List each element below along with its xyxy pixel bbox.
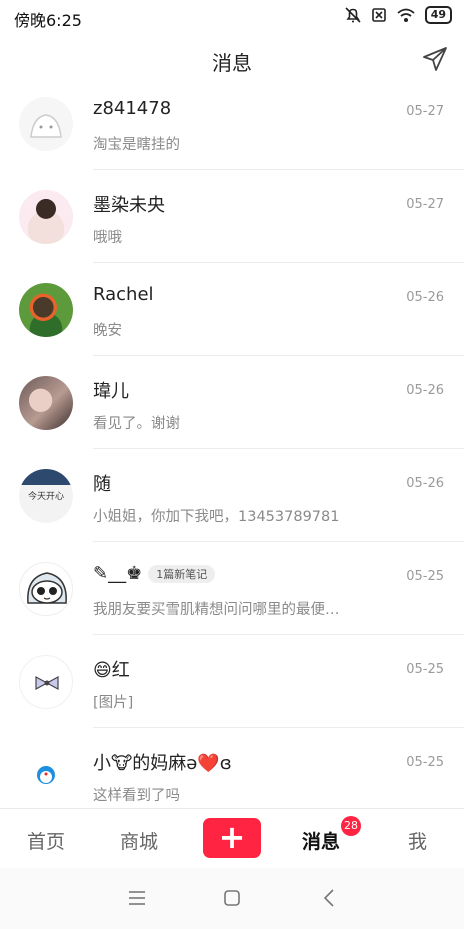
unread-count-badge: 28 bbox=[341, 816, 361, 836]
message-preview: [图片] bbox=[93, 695, 134, 711]
conversation-item[interactable]: Rachel 晚安 05-26 bbox=[0, 263, 464, 356]
status-bar: 傍晚6:25 49 bbox=[0, 0, 464, 34]
avatar-caption: 今天开心 bbox=[27, 492, 64, 502]
message-date: 05-26 bbox=[406, 476, 444, 491]
message-preview: 哦哦 bbox=[93, 230, 122, 246]
bow-tie-icon bbox=[35, 675, 59, 691]
no-sim-icon bbox=[371, 8, 386, 22]
status-icons: 49 bbox=[344, 6, 452, 24]
conversation-item[interactable]: 😄红 [图片] 05-25 bbox=[0, 635, 464, 728]
cartoon-face-icon bbox=[27, 572, 67, 604]
message-date: 05-27 bbox=[406, 104, 444, 119]
message-preview: 这样看到了吗 bbox=[93, 788, 180, 804]
avatar bbox=[19, 748, 73, 802]
tab-mall[interactable]: 商城 bbox=[120, 827, 158, 854]
avatar bbox=[19, 562, 73, 616]
avatar bbox=[19, 283, 73, 337]
conversation-item[interactable]: 小🐮的妈麻ə❤️ɞ 这样看到了吗 05-25 bbox=[0, 728, 464, 808]
home-icon[interactable] bbox=[223, 889, 241, 907]
contact-name: 墨染未央 bbox=[93, 195, 165, 216]
battery-indicator: 49 bbox=[424, 6, 452, 24]
conversation-item[interactable]: 瑋儿 看见了。谢谢 05-26 bbox=[0, 356, 464, 449]
message-preview: 我朋友要买雪肌精想问问哪里的最便… bbox=[93, 602, 340, 618]
avatar bbox=[19, 376, 73, 430]
page-title: 消息 bbox=[212, 51, 252, 75]
message-preview: 看见了。谢谢 bbox=[93, 416, 180, 432]
contact-name: Rachel bbox=[93, 284, 154, 305]
system-nav-bar bbox=[0, 868, 464, 929]
contact-name-text: ✎__♚ bbox=[93, 563, 143, 584]
new-note-badge: 1篇新笔记 bbox=[148, 564, 216, 583]
header: 消息 bbox=[0, 34, 464, 86]
contact-name: 小🐮的妈麻ə❤️ɞ bbox=[93, 753, 232, 774]
contact-name: 随 bbox=[93, 474, 111, 495]
conversation-item[interactable]: z841478 淘宝是瞎挂的 05-27 bbox=[0, 86, 464, 170]
contact-name: 瑋儿 bbox=[93, 381, 129, 402]
avatar bbox=[19, 190, 73, 244]
tab-messages[interactable]: 消息 bbox=[302, 827, 340, 854]
mute-bell-icon bbox=[345, 7, 361, 23]
conversation-item[interactable]: 墨染未央 哦哦 05-27 bbox=[0, 170, 464, 263]
tab-me[interactable]: 我 bbox=[408, 827, 427, 854]
message-date: 05-25 bbox=[406, 755, 444, 770]
message-date: 05-25 bbox=[406, 662, 444, 677]
add-post-button[interactable]: + bbox=[203, 818, 261, 858]
avatar bbox=[19, 97, 73, 151]
send-icon[interactable] bbox=[422, 46, 448, 72]
conversation-list: z841478 淘宝是瞎挂的 05-27 墨染未央 哦哦 05-27 Rache… bbox=[0, 86, 464, 808]
tab-home[interactable]: 首页 bbox=[27, 827, 65, 854]
conversation-item[interactable]: 今天开心 随 小姐姐，你加下我吧，13453789781 05-26 bbox=[0, 449, 464, 542]
message-date: 05-25 bbox=[406, 569, 444, 584]
avatar: 今天开心 bbox=[19, 469, 73, 523]
default-avatar-icon bbox=[30, 114, 62, 138]
message-preview: 晚安 bbox=[93, 323, 122, 339]
conversation-item[interactable]: ✎__♚ 1篇新笔记 我朋友要买雪肌精想问问哪里的最便… 05-25 bbox=[0, 542, 464, 635]
message-preview: 小姐姐，你加下我吧，13453789781 bbox=[93, 509, 340, 525]
message-date: 05-27 bbox=[406, 197, 444, 212]
contact-name: ✎__♚ 1篇新笔记 bbox=[93, 563, 216, 584]
message-preview: 淘宝是瞎挂的 bbox=[93, 137, 180, 153]
doraemon-icon bbox=[37, 766, 55, 784]
message-date: 05-26 bbox=[406, 290, 444, 305]
status-time: 傍晚6:25 bbox=[14, 11, 82, 30]
avatar bbox=[19, 655, 73, 709]
contact-name: 😄红 bbox=[93, 660, 130, 681]
message-date: 05-26 bbox=[406, 383, 444, 398]
back-icon[interactable] bbox=[322, 888, 336, 908]
contact-name: z841478 bbox=[93, 98, 172, 119]
tab-bar: 首页 商城 + 消息 28 我 bbox=[0, 808, 464, 869]
wifi-icon bbox=[397, 8, 415, 22]
menu-icon[interactable] bbox=[128, 890, 146, 906]
